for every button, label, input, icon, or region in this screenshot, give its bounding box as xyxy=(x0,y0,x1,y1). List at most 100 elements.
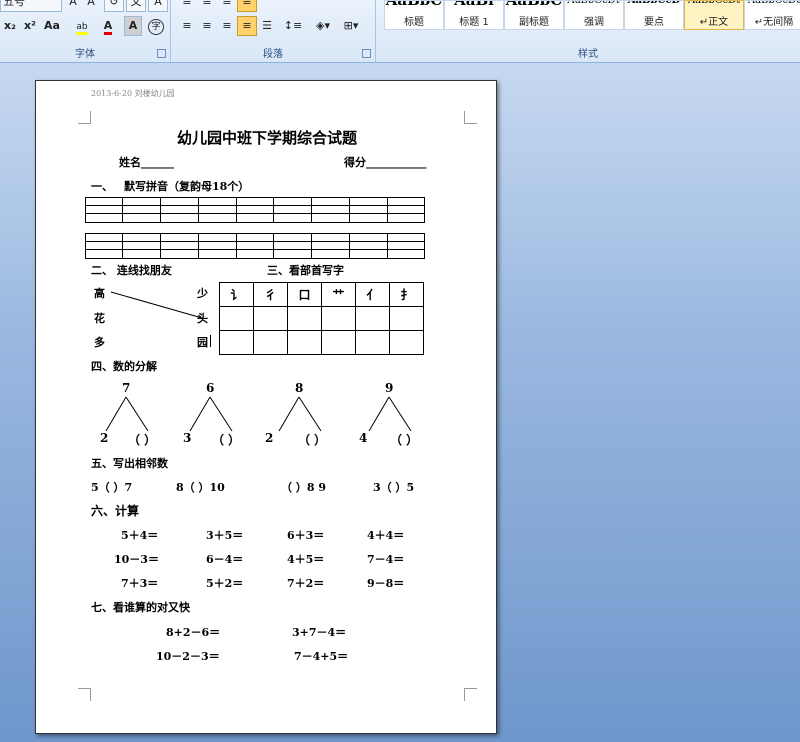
decomp-top: 6 xyxy=(206,381,215,395)
justify-icon: ≡ xyxy=(242,19,252,32)
calc-item: 6－4＝ xyxy=(206,553,244,566)
decomp-left: 3 xyxy=(183,431,192,445)
align-left-icon: ≡ xyxy=(182,19,192,32)
style-label: 强调 xyxy=(584,17,604,28)
highlight-button[interactable]: ab xyxy=(68,16,96,36)
style-preview: AaBl xyxy=(454,0,494,9)
style-preview: AaBbCcD xyxy=(627,0,681,6)
fast-calc-item: 10－2－3＝ xyxy=(156,650,220,663)
line-spacing-button[interactable]: ↕≡ xyxy=(279,16,307,36)
decomp-top: 9 xyxy=(385,381,394,395)
decomp-top: 7 xyxy=(122,381,131,395)
align-right-icon: ≡ xyxy=(222,0,232,8)
style-preview: AaBbC xyxy=(505,0,563,9)
clear-format-button[interactable]: ↺ xyxy=(104,0,124,12)
calc-item: 7＋3＝ xyxy=(121,577,159,590)
styles-group: AaBbC 标题 AaBl 标题 1 AaBbC 副标题 AaBbCcDt 强调 AaBbCcD… xyxy=(376,0,800,62)
font-group: 五号 A A ↺ 文 A x₂ x² Aa ab A A 字 字体 xyxy=(0,0,171,62)
style-preview: AaBbCcDt xyxy=(687,0,741,6)
change-case-button[interactable]: Aa xyxy=(40,16,64,36)
justify-button[interactable]: ≡ xyxy=(237,0,257,12)
calc-item: 9－8＝ xyxy=(367,577,405,590)
style-label: 副标题 xyxy=(519,17,549,28)
font-color-button[interactable]: A xyxy=(96,16,120,36)
decomp-left: 2 xyxy=(100,431,109,445)
borders-button[interactable]: ⊞▾ xyxy=(337,16,365,36)
style-card[interactable]: AaBbCcD 要点 xyxy=(624,0,684,30)
superscript-button[interactable]: x² xyxy=(20,16,40,36)
align-right-button[interactable]: ≡ xyxy=(217,0,237,12)
shading-button[interactable]: ◈▾ xyxy=(309,16,337,36)
style-preview: AaBbCcDt xyxy=(747,0,800,6)
neighbor-item: 3（ ）5 xyxy=(373,481,415,494)
style-label: ↵正文 xyxy=(699,17,729,28)
style-card[interactable]: AaBbCcDt ↵无间隔 xyxy=(744,0,800,30)
radical-cell: 彳 xyxy=(253,282,288,307)
shrink-font-button[interactable]: A xyxy=(82,0,100,12)
calc-item: 7＋2＝ xyxy=(287,577,325,590)
border-char-icon: A xyxy=(154,0,162,8)
connection-lines xyxy=(105,291,412,432)
align-left-button[interactable]: ≡ xyxy=(177,0,197,12)
enclose-char-button[interactable]: 字 xyxy=(146,16,166,36)
align-left-button-2[interactable]: ≡ xyxy=(177,16,197,36)
subscript-button[interactable]: x₂ xyxy=(0,16,20,36)
calc-item: 10－3＝ xyxy=(114,553,159,566)
justify-icon: ≡ xyxy=(242,0,252,8)
radical-cell: 口 xyxy=(287,282,322,307)
enclosed-char-icon: 字 xyxy=(148,19,164,35)
calc-item: 7－4＝ xyxy=(367,553,405,566)
align-center-button[interactable]: ≡ xyxy=(197,0,217,12)
style-card[interactable]: AaBbCcDt ↵正文 xyxy=(684,0,744,30)
char-shading-button[interactable]: A xyxy=(124,16,142,36)
calc-item: 5＋2＝ xyxy=(206,577,244,590)
ribbon: 五号 A A ↺ 文 A x₂ x² Aa ab A A 字 字体 ≡ ≡ ≡ … xyxy=(0,0,800,63)
decomp-left: 2 xyxy=(265,431,274,445)
fast-calc-item: 7－4+5＝ xyxy=(294,650,349,663)
font-size-box[interactable]: 五号 xyxy=(0,0,62,12)
style-card[interactable]: AaBbC 标题 xyxy=(384,0,444,30)
grow-font-button[interactable]: A xyxy=(64,0,82,12)
style-preview: AaBbC xyxy=(385,0,443,9)
decomp-trees xyxy=(105,396,412,432)
neighbor-item: 5（ ）7 xyxy=(91,481,133,494)
decomp-top: 8 xyxy=(295,381,304,395)
style-preview: AaBbCcDt xyxy=(567,0,621,6)
match-line xyxy=(110,291,203,319)
char-border-button[interactable]: A xyxy=(148,0,168,12)
eraser-icon: ↺ xyxy=(109,0,119,8)
paragraph-group: ≡ ≡ ≡ ≡ ≡ ≡ ≡ ≡ ☰ ↕≡ ◈▾ ⊞▾ 段落 xyxy=(171,0,376,62)
style-card[interactable]: AaBl 标题 1 xyxy=(444,0,504,30)
justify-button-2[interactable]: ≡ xyxy=(237,16,257,36)
font-group-label: 字体 xyxy=(75,49,95,60)
section-4-title: 四、数的分解 xyxy=(91,360,157,373)
fast-calc-item: 3+7－4＝ xyxy=(292,626,347,639)
decomp-right: （ ） xyxy=(212,433,241,447)
radical-table: 讠 彳 口 艹 亻 扌 xyxy=(219,282,424,355)
section-5-title: 五、写出相邻数 xyxy=(91,457,168,470)
style-card[interactable]: AaBbC 副标题 xyxy=(504,0,564,30)
calc-item: 4＋5＝ xyxy=(287,553,325,566)
style-label: 标题 xyxy=(404,17,424,28)
font-dialog-launcher[interactable] xyxy=(157,49,166,58)
section-7-title: 七、看谁算的对又快 xyxy=(91,601,190,614)
calc-item: 4＋4＝ xyxy=(367,529,405,542)
style-card[interactable]: AaBbCcDt 强调 xyxy=(564,0,624,30)
borders-icon: ⊞▾ xyxy=(343,19,359,32)
document-page[interactable]: 2013-6-20 刘楼幼儿园 幼儿园中班下学期综合试题 姓名______ 得分… xyxy=(35,80,497,734)
align-center-button-2[interactable]: ≡ xyxy=(197,16,217,36)
radical-cell: 艹 xyxy=(321,282,356,307)
highlighter-icon: ab xyxy=(76,22,88,35)
align-center-icon: ≡ xyxy=(202,0,212,8)
distributed-button[interactable]: ☰ xyxy=(257,16,277,36)
font-color-icon: A xyxy=(103,19,113,35)
line-spacing-icon: ↕≡ xyxy=(283,19,303,32)
style-label: ↵无间隔 xyxy=(754,17,794,28)
paragraph-dialog-launcher[interactable] xyxy=(362,49,371,58)
calc-item: 3＋5＝ xyxy=(206,529,244,542)
align-center-icon: ≡ xyxy=(202,19,212,32)
neighbor-item: （ ）8 9 xyxy=(281,481,326,494)
align-right-button-2[interactable]: ≡ xyxy=(217,16,237,36)
phonetic-guide-button[interactable]: 文 xyxy=(126,0,146,12)
align-left-icon: ≡ xyxy=(182,0,192,8)
